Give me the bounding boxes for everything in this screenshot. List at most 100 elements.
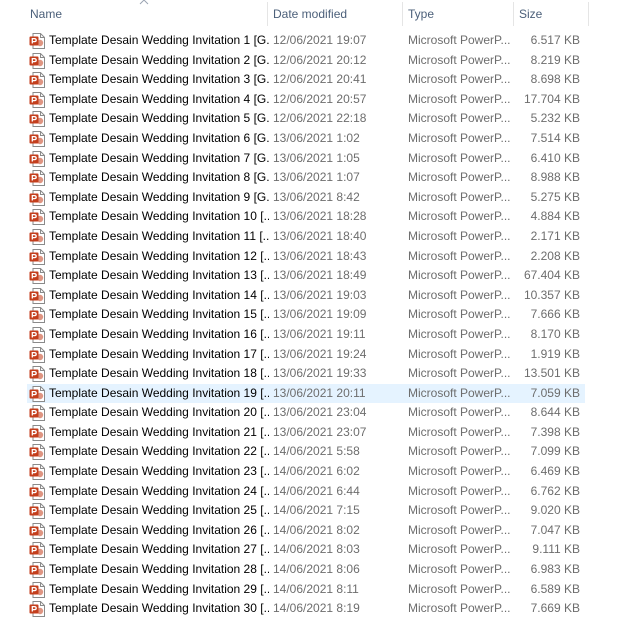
file-row[interactable]: Template Desain Wedding Invitation 22 [.… (27, 442, 585, 462)
file-size: 6.983 KB (530, 562, 580, 577)
file-date-modified: 13/06/2021 19:33 (273, 366, 367, 381)
file-name: Template Desain Wedding Invitation 4 [G.… (49, 91, 269, 106)
file-size: 6.469 KB (530, 464, 580, 479)
file-name: Template Desain Wedding Invitation 25 [.… (49, 503, 269, 518)
file-date-modified: 13/06/2021 19:11 (273, 326, 366, 341)
file-date-modified: 13/06/2021 18:43 (273, 248, 367, 263)
file-type: Microsoft PowerP... (408, 562, 510, 577)
file-type: Microsoft PowerP... (408, 33, 510, 47)
file-name: Template Desain Wedding Invitation 11 [.… (49, 228, 269, 243)
powerpoint-icon (29, 150, 45, 167)
file-date-modified: 14/06/2021 8:11 (273, 581, 359, 596)
file-row[interactable]: Template Desain Wedding Invitation 25 [.… (27, 501, 585, 521)
file-size: 7.059 KB (530, 385, 580, 400)
file-row[interactable]: Template Desain Wedding Invitation 17 [.… (27, 345, 585, 365)
column-header-type[interactable]: Type (408, 0, 512, 28)
powerpoint-icon (29, 366, 45, 383)
file-date-modified: 12/06/2021 20:12 (273, 52, 367, 67)
column-divider[interactable] (513, 2, 514, 26)
powerpoint-icon (29, 581, 45, 598)
file-name: Template Desain Wedding Invitation 19 [.… (49, 385, 269, 400)
file-type: Microsoft PowerP... (408, 228, 510, 243)
file-row[interactable]: Template Desain Wedding Invitation 9 [G.… (27, 188, 585, 208)
file-row[interactable]: Template Desain Wedding Invitation 30 [.… (27, 599, 585, 619)
file-row[interactable]: Template Desain Wedding Invitation 15 [.… (27, 305, 585, 325)
file-row[interactable]: Template Desain Wedding Invitation 6 [G.… (27, 129, 585, 149)
file-name: Template Desain Wedding Invitation 26 [.… (49, 522, 269, 537)
file-name: Template Desain Wedding Invitation 23 [.… (49, 464, 269, 479)
file-row[interactable]: Template Desain Wedding Invitation 14 [.… (27, 286, 585, 306)
file-row[interactable]: Template Desain Wedding Invitation 19 [.… (27, 383, 585, 404)
file-row[interactable]: Template Desain Wedding Invitation 5 [G.… (27, 109, 585, 129)
file-name: Template Desain Wedding Invitation 16 [.… (49, 326, 269, 341)
file-type: Microsoft PowerP... (408, 130, 510, 145)
file-size: 6.762 KB (530, 483, 580, 498)
file-date-modified: 12/06/2021 20:57 (273, 91, 367, 106)
file-date-modified: 13/06/2021 18:28 (273, 209, 367, 224)
powerpoint-icon (29, 405, 45, 422)
file-row[interactable]: Template Desain Wedding Invitation 21 [.… (27, 423, 585, 443)
file-date-modified: 13/06/2021 19:09 (273, 307, 367, 322)
file-list: Template Desain Wedding Invitation 1 [G.… (0, 31, 600, 619)
file-type: Microsoft PowerP... (408, 542, 510, 557)
powerpoint-icon (29, 562, 45, 579)
file-row[interactable]: Template Desain Wedding Invitation 12 [.… (27, 247, 585, 267)
file-size: 67.404 KB (523, 268, 580, 283)
column-divider[interactable] (267, 2, 268, 26)
file-size: 2.171 KB (530, 228, 580, 243)
file-name: Template Desain Wedding Invitation 18 [.… (49, 366, 269, 381)
file-name: Template Desain Wedding Invitation 17 [.… (49, 346, 269, 361)
powerpoint-icon (29, 326, 45, 343)
column-header-name[interactable]: Name (30, 0, 266, 28)
powerpoint-icon (29, 503, 45, 520)
file-row[interactable]: Template Desain Wedding Invitation 8 [G.… (27, 168, 585, 188)
powerpoint-icon (29, 287, 45, 304)
file-date-modified: 14/06/2021 8:19 (273, 601, 360, 616)
file-type: Microsoft PowerP... (408, 170, 510, 185)
column-header-date-modified[interactable]: Date modified (273, 0, 401, 28)
file-type: Microsoft PowerP... (408, 601, 510, 616)
file-row[interactable]: Template Desain Wedding Invitation 4 [G.… (27, 90, 585, 110)
powerpoint-icon (29, 464, 45, 481)
file-type: Microsoft PowerP... (408, 209, 510, 224)
file-row[interactable]: Template Desain Wedding Invitation 13 [.… (27, 266, 585, 286)
file-name: Template Desain Wedding Invitation 3 [G.… (49, 72, 269, 87)
file-type: Microsoft PowerP... (408, 52, 510, 67)
powerpoint-icon (29, 209, 45, 226)
file-row[interactable]: Template Desain Wedding Invitation 20 [.… (27, 403, 585, 423)
file-row[interactable]: Template Desain Wedding Invitation 23 [.… (27, 462, 585, 482)
file-row[interactable]: Template Desain Wedding Invitation 28 [.… (27, 560, 585, 580)
file-name: Template Desain Wedding Invitation 24 [.… (49, 483, 269, 498)
file-name: Template Desain Wedding Invitation 22 [.… (49, 444, 269, 459)
file-size: 8.988 KB (530, 170, 580, 185)
column-divider[interactable] (402, 2, 403, 26)
file-size: 6.517 KB (530, 33, 580, 47)
powerpoint-icon (29, 385, 45, 402)
file-date-modified: 13/06/2021 1:05 (273, 150, 360, 165)
file-row[interactable]: Template Desain Wedding Invitation 16 [.… (27, 325, 585, 345)
file-row[interactable]: Template Desain Wedding Invitation 26 [.… (27, 521, 585, 541)
file-row[interactable]: Template Desain Wedding Invitation 29 [.… (27, 580, 585, 600)
file-row[interactable]: Template Desain Wedding Invitation 1 [G.… (27, 31, 585, 51)
file-type: Microsoft PowerP... (408, 424, 510, 439)
file-date-modified: 12/06/2021 22:18 (273, 111, 367, 126)
file-size: 13.501 KB (523, 366, 580, 381)
column-divider[interactable] (588, 2, 589, 26)
file-row[interactable]: Template Desain Wedding Invitation 24 [.… (27, 482, 585, 502)
powerpoint-icon (29, 170, 45, 187)
file-name: Template Desain Wedding Invitation 13 [.… (49, 268, 269, 283)
file-row[interactable]: Template Desain Wedding Invitation 7 [G.… (27, 149, 585, 169)
file-date-modified: 13/06/2021 8:42 (273, 189, 360, 204)
powerpoint-icon (29, 424, 45, 441)
file-row[interactable]: Template Desain Wedding Invitation 11 [.… (27, 227, 585, 247)
file-row[interactable]: Template Desain Wedding Invitation 2 [G.… (27, 51, 585, 71)
file-type: Microsoft PowerP... (408, 111, 510, 126)
file-row[interactable]: Template Desain Wedding Invitation 27 [.… (27, 540, 585, 560)
file-row[interactable]: Template Desain Wedding Invitation 3 [G.… (27, 70, 585, 90)
file-type: Microsoft PowerP... (408, 444, 510, 459)
file-row[interactable]: Template Desain Wedding Invitation 18 [.… (27, 364, 585, 384)
file-row[interactable]: Template Desain Wedding Invitation 10 [.… (27, 207, 585, 227)
column-header-size[interactable]: Size (519, 0, 587, 28)
file-type: Microsoft PowerP... (408, 189, 510, 204)
file-type: Microsoft PowerP... (408, 464, 510, 479)
